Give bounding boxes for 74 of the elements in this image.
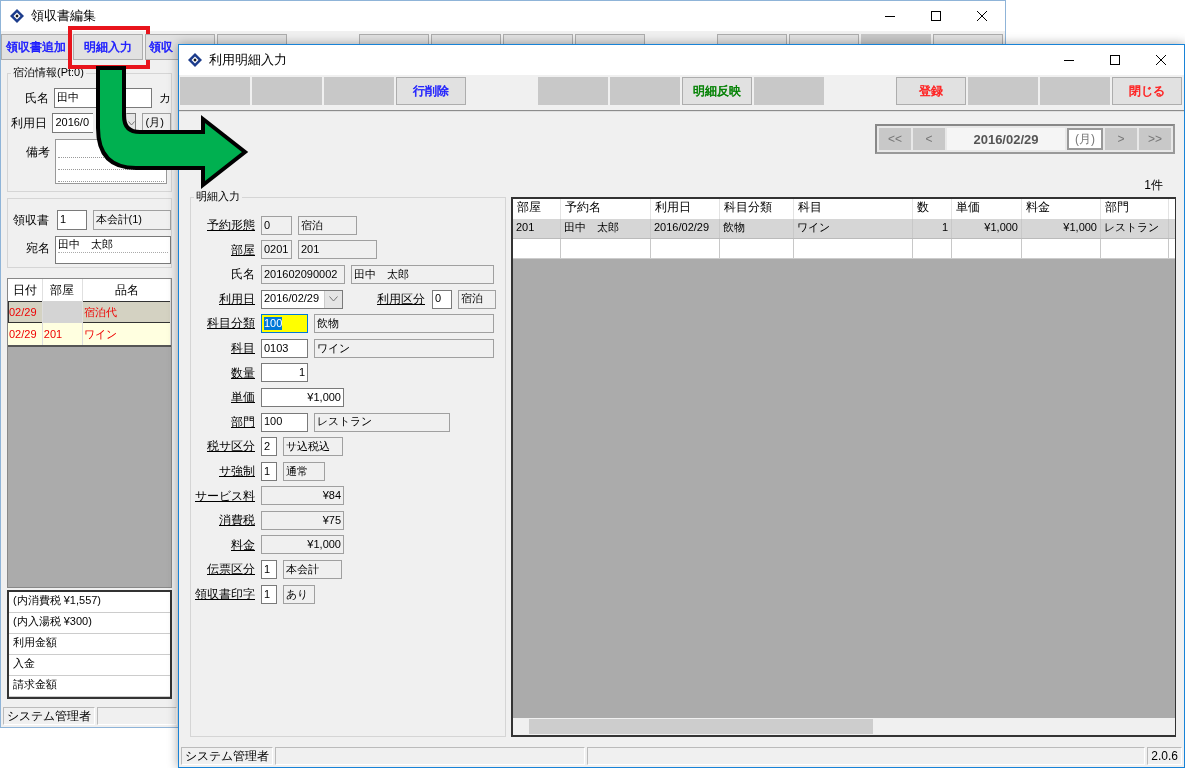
column-header: 部門 [1101, 198, 1169, 219]
readonly-field: 本会計(1) [92, 209, 171, 230]
column-header: 科目分類 [720, 198, 794, 219]
field-label: サ強制 [218, 464, 255, 479]
record-count: 1件 [1144, 178, 1163, 193]
readonly-field: 飲物 [314, 314, 494, 334]
readonly-field: ¥84 [261, 486, 344, 506]
column-header: 単価 [952, 198, 1022, 219]
field-label: 利用日 [10, 115, 48, 131]
summary-row: 請求金額 [9, 676, 170, 698]
field-label: 部門 [230, 414, 255, 430]
table-cell: ¥1,000 [1022, 218, 1101, 238]
status-user: システム管理者 [3, 707, 95, 725]
field-label: 税サ区分 [206, 439, 255, 454]
status-version: 2.0.6 [1147, 747, 1182, 765]
field-label: 数量 [230, 365, 255, 380]
weekday-display: (月) [1067, 128, 1103, 151]
table-cell: 201 [513, 218, 561, 238]
table-cell: レストラン [1101, 218, 1169, 238]
field-label: 氏名 [24, 90, 50, 106]
readonly-field: 宿泊 [298, 215, 357, 235]
column-header: 料金 [1022, 198, 1101, 219]
field-label: 氏名 [230, 267, 255, 282]
column-header: 部屋 [513, 198, 561, 219]
column-header: 利用日 [651, 198, 720, 219]
readonly-field: サ込税込 [283, 437, 343, 457]
date-display: 2016/02/29 [947, 128, 1065, 151]
field-label: 伝票区分 [206, 562, 255, 577]
field-label: 単価 [230, 390, 255, 405]
column-header: 科目 [794, 198, 913, 219]
field-label: 利用区分 [377, 291, 425, 307]
field-label: 宛名 [24, 240, 50, 258]
field-label: 科目分類 [206, 316, 255, 331]
table-cell: 1 [913, 218, 952, 238]
summary-row: 入金 [9, 655, 170, 677]
readonly-field: 0 [261, 215, 292, 235]
field-label: 領収書 [12, 212, 50, 228]
table-cell: 田中 太郎 [561, 218, 651, 238]
window-title: 利用明細入力 [209, 52, 287, 68]
window-title: 領収書編集 [31, 8, 96, 24]
column-header: 予約名 [561, 198, 651, 219]
table-cell: ワイン [794, 218, 913, 238]
readonly-field: 通常 [283, 461, 325, 481]
readonly-field: ワイン [314, 338, 494, 358]
summary-row: 利用金額 [9, 634, 170, 656]
readonly-field: 201 [298, 240, 377, 260]
readonly-field: 宿泊 [458, 289, 496, 309]
group-title: 宿泊情報(Pt:0) [11, 66, 86, 80]
field-label: カ [159, 90, 171, 106]
table-cell: 飲物 [720, 218, 794, 238]
readonly-field: 0201 [261, 240, 292, 260]
field-label: 領収書印字 [194, 586, 255, 602]
field-label: 科目 [230, 341, 255, 356]
readonly-field: レストラン [314, 412, 450, 432]
readonly-field: 本会計 [283, 560, 342, 580]
summary-row: (内消費税 ¥1,557) [9, 592, 170, 614]
field-label: 利用日 [218, 291, 255, 307]
readonly-field: 田中 太郎 [351, 264, 494, 284]
readonly-field: 201602090002 [261, 264, 345, 284]
field-label: サービス料 [194, 488, 255, 503]
table-cell: 2016/02/29 [651, 218, 720, 238]
field-label: 消費税 [218, 513, 255, 528]
field-label: 部屋 [230, 242, 255, 258]
field-label: 備考 [25, 143, 50, 161]
summary-row: (内入湯税 ¥300) [9, 613, 170, 635]
group-title: 明細入力 [194, 189, 242, 203]
column-header: 数 [913, 198, 952, 219]
readonly-field: ¥75 [261, 510, 344, 530]
readonly-field: あり [283, 584, 315, 604]
table-cell: ¥1,000 [952, 218, 1022, 238]
readonly-field: ¥1,000 [261, 535, 344, 555]
field-label: 料金 [230, 537, 255, 553]
field-label: 予約形態 [206, 218, 255, 233]
status-user: システム管理者 [181, 747, 273, 765]
